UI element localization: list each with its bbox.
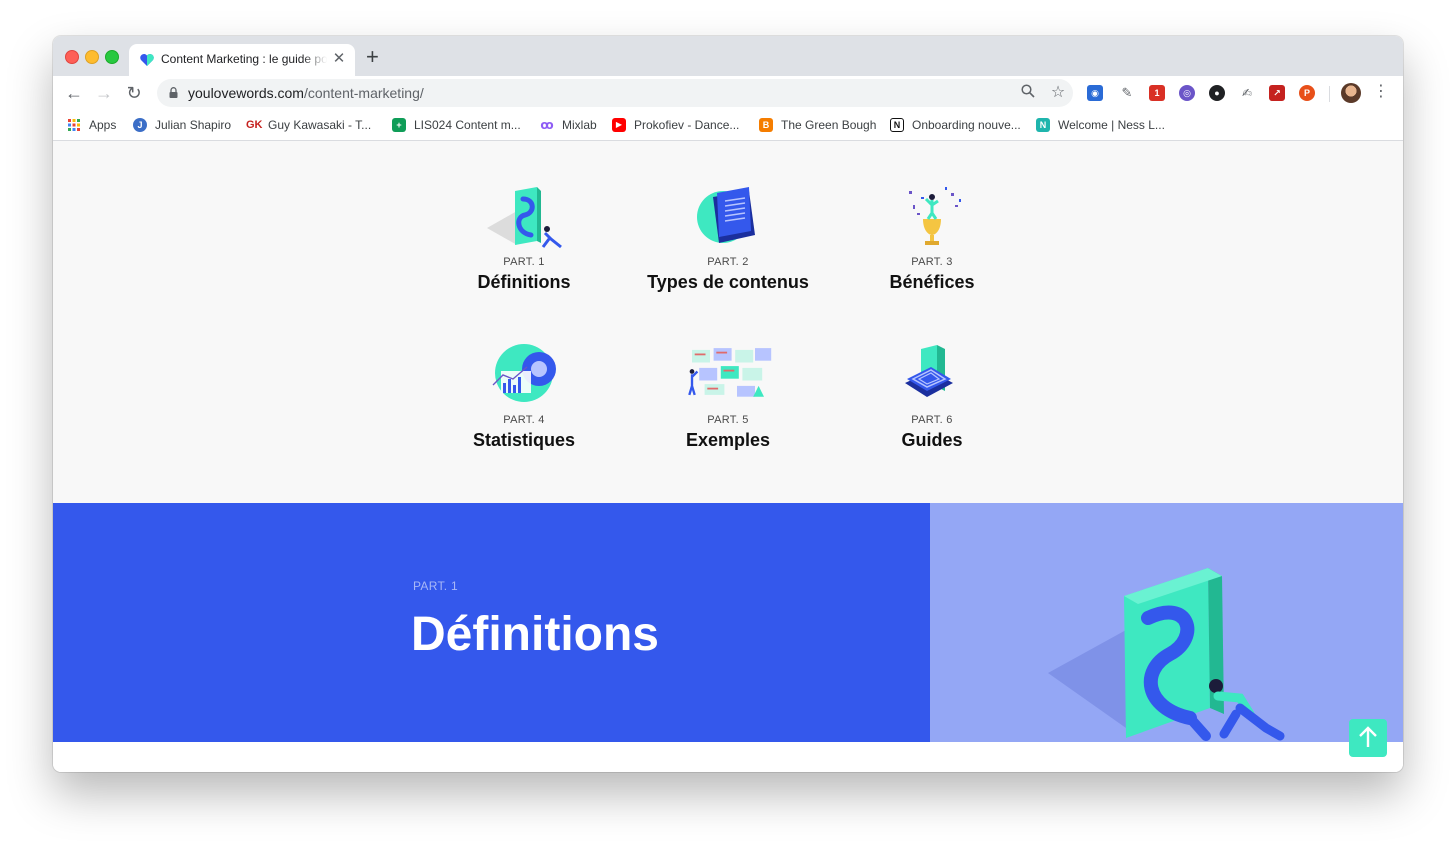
- toc-part-label: PART. 1: [503, 256, 545, 268]
- hero-right-panel: [930, 503, 1403, 742]
- zoom-search-icon[interactable]: [1019, 84, 1037, 102]
- toc-part-label: PART. 6: [911, 414, 953, 426]
- hero-left-panel: PART. 1 Définitions: [53, 503, 930, 742]
- tab-close-icon[interactable]: ✕: [331, 49, 347, 67]
- extension-circle-icon[interactable]: ◎: [1179, 85, 1195, 101]
- bookmark-label: Mixlab: [562, 118, 597, 132]
- guides-book-icon: [905, 345, 953, 397]
- notion-icon: N: [890, 118, 904, 132]
- bookmark-lis024[interactable]: + LIS024 Content m...: [392, 116, 521, 134]
- reload-button[interactable]: ↻: [122, 81, 146, 105]
- book-chain-icon: [487, 187, 562, 249]
- arrow-up-icon: [1359, 726, 1377, 747]
- hero-title: Définitions: [411, 608, 659, 661]
- bookmark-julian-shapiro[interactable]: J Julian Shapiro: [133, 116, 231, 134]
- url-text: youlovewords.com/content-marketing/: [188, 85, 424, 101]
- tab-title: Content Marketing : le guide pour 2020: [161, 52, 327, 66]
- hero-part-label: PART. 1: [413, 579, 459, 593]
- bookmark-label: Prokofiev - Dance...: [634, 118, 740, 132]
- page-content: PART. 1 Définitions PART. 2 Types de con…: [53, 141, 1403, 772]
- sheets-icon: +: [392, 118, 406, 132]
- n-icon: N: [1036, 118, 1050, 132]
- mixlab-icon: ꝏ: [540, 118, 554, 132]
- toc-part-label: PART. 2: [707, 256, 749, 268]
- bookmark-label: Guy Kawasaki - T...: [268, 118, 372, 132]
- gk-icon: GK: [246, 118, 263, 132]
- examples-board-icon: [688, 348, 772, 397]
- bookmark-star-icon[interactable]: ☆: [1049, 84, 1067, 102]
- toc-title: Statistiques: [472, 430, 576, 450]
- toc-title: Définitions: [477, 272, 571, 292]
- bookmark-apps[interactable]: Apps: [67, 116, 116, 134]
- address-bar[interactable]: youlovewords.com/content-marketing/ ☆: [157, 79, 1073, 107]
- bookmark-green-bough[interactable]: B The Green Bough: [759, 116, 876, 134]
- forward-button[interactable]: →: [92, 81, 116, 105]
- toc-item-guides[interactable]: PART. 6 Guides: [832, 341, 1032, 451]
- browser-menu-icon[interactable]: ⋮: [1373, 82, 1389, 102]
- bookmark-label: Julian Shapiro: [155, 118, 232, 132]
- table-of-contents: PART. 1 Définitions PART. 2 Types de con…: [53, 141, 1403, 503]
- toolbar-divider: [1329, 86, 1330, 102]
- toc-part-label: PART. 3: [911, 256, 953, 268]
- toc-item-definitions[interactable]: PART. 1 Définitions: [424, 183, 624, 293]
- url-host: youlovewords.com: [188, 85, 304, 101]
- blogger-icon: B: [759, 118, 773, 132]
- toc-item-statistiques[interactable]: PART. 4 Statistiques: [424, 341, 624, 451]
- toc-title: Types de contenus: [647, 272, 809, 292]
- julian-icon: J: [133, 118, 147, 132]
- bookmark-welcome-ness[interactable]: N Welcome | Ness L...: [1036, 116, 1165, 134]
- new-tab-button[interactable]: +: [366, 44, 379, 70]
- toolbar: ← → ↻ youlovewords.com/content-marketing…: [53, 76, 1403, 110]
- documents-icon: [697, 187, 755, 243]
- apps-grid-icon: [68, 119, 80, 131]
- statistics-chart-icon: [492, 344, 556, 402]
- bookmark-prokofiev[interactable]: ▶ Prokofiev - Dance...: [612, 116, 739, 134]
- book-chain-illustration-icon: [1048, 568, 1285, 741]
- toc-item-types-de-contenus[interactable]: PART. 2 Types de contenus: [628, 183, 828, 293]
- bookmark-label: LIS024 Content m...: [414, 118, 521, 132]
- toc-part-label: PART. 5: [707, 414, 749, 426]
- minimize-window-button[interactable]: [85, 50, 99, 64]
- trophy-icon: [909, 187, 961, 245]
- bookmark-guy-kawasaki[interactable]: GK Guy Kawasaki - T...: [246, 116, 371, 134]
- scroll-to-top-button[interactable]: [1349, 719, 1387, 757]
- url-path: /content-marketing/: [303, 85, 424, 101]
- heart-favicon-icon: [140, 54, 154, 66]
- extension-pdf-icon[interactable]: ↗: [1269, 85, 1285, 101]
- youtube-icon: ▶: [612, 118, 626, 132]
- bookmark-label: Onboarding nouve...: [912, 118, 1021, 132]
- toc-item-exemples[interactable]: PART. 5 Exemples: [628, 341, 828, 451]
- browser-window: Content Marketing : le guide pour 2020 ✕…: [53, 36, 1403, 772]
- extension-profile-icon[interactable]: ●: [1209, 85, 1225, 101]
- toc-title: Exemples: [685, 430, 771, 450]
- tab-strip: Content Marketing : le guide pour 2020 ✕…: [53, 36, 1403, 76]
- toc-title: Bénéfices: [889, 272, 975, 292]
- extension-notes-icon[interactable]: ✍: [1239, 85, 1255, 101]
- bookmark-onboarding[interactable]: N Onboarding nouve...: [890, 116, 1021, 134]
- bookmark-mixlab[interactable]: ꝏ Mixlab: [540, 116, 597, 134]
- toc-title: Guides: [901, 430, 963, 450]
- bookmark-label: The Green Bough: [781, 118, 877, 132]
- toc-item-benefices[interactable]: PART. 3 Bénéfices: [832, 183, 1032, 293]
- extension-p-icon[interactable]: P: [1299, 85, 1315, 101]
- bookmarks-bar: Apps J Julian Shapiro GK Guy Kawasaki - …: [53, 110, 1403, 141]
- zoom-window-button[interactable]: [105, 50, 119, 64]
- extension-eyedropper-icon[interactable]: ✎: [1119, 85, 1135, 101]
- close-window-button[interactable]: [65, 50, 79, 64]
- back-button[interactable]: ←: [62, 81, 86, 105]
- extension-badge-icon[interactable]: 1: [1149, 85, 1165, 101]
- extension-rss-icon[interactable]: ◉: [1087, 85, 1103, 101]
- lock-icon: [169, 87, 178, 98]
- bookmark-label: Welcome | Ness L...: [1058, 118, 1165, 132]
- section-hero: PART. 1 Définitions: [53, 503, 1403, 742]
- active-tab[interactable]: Content Marketing : le guide pour 2020 ✕: [129, 44, 355, 76]
- toc-part-label: PART. 4: [503, 414, 545, 426]
- profile-avatar[interactable]: [1341, 83, 1361, 103]
- bookmark-label: Apps: [89, 118, 117, 132]
